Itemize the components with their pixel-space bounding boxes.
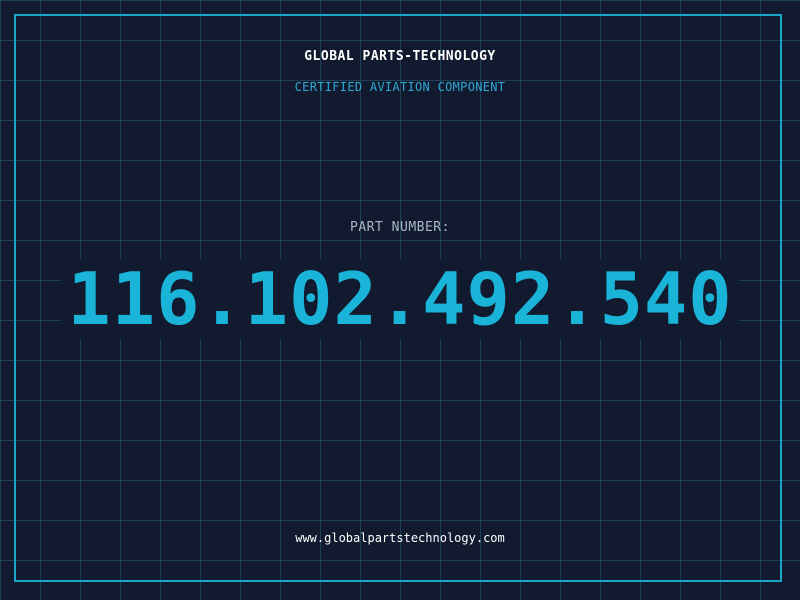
part-number-label: PART NUMBER:	[350, 220, 450, 235]
part-card: GLOBAL PARTS-TECHNOLOGY CERTIFIED AVIATI…	[0, 0, 800, 600]
part-number-value: 116.102.492.540	[61, 259, 739, 339]
part-number-container: 116.102.492.540	[0, 258, 800, 340]
company-name: GLOBAL PARTS-TECHNOLOGY	[304, 49, 496, 64]
website-url[interactable]: www.globalpartstechnology.com	[0, 531, 800, 545]
certification-tagline: CERTIFIED AVIATION COMPONENT	[294, 80, 506, 94]
